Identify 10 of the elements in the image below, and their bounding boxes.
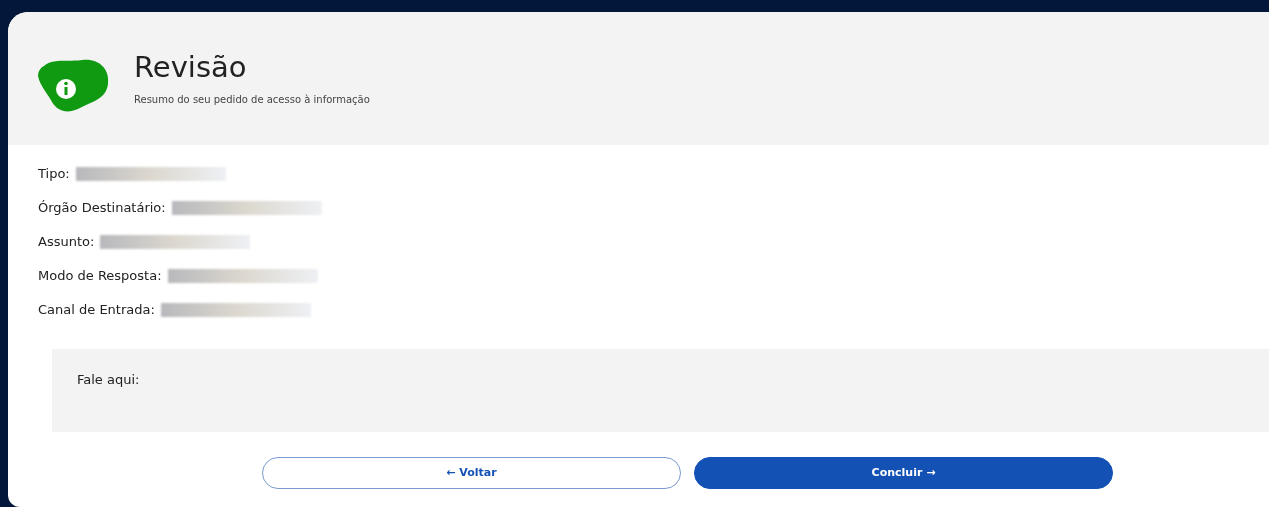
field-label: Assunto: <box>38 232 95 251</box>
page-title: Revisão <box>134 50 248 84</box>
field-label: Órgão Destinatário: <box>38 198 166 217</box>
field-label: Tipo: <box>38 164 70 183</box>
field-label: Modo de Resposta: <box>38 266 162 285</box>
conclude-button[interactable]: Concluir → <box>694 457 1113 489</box>
page-subtitle: Resumo do seu pedido de acesso à informação <box>134 93 370 107</box>
field-label: Canal de Entrada: <box>38 300 155 319</box>
message-label: Fale aqui: <box>77 372 140 387</box>
back-button[interactable]: ← Voltar <box>262 457 681 489</box>
